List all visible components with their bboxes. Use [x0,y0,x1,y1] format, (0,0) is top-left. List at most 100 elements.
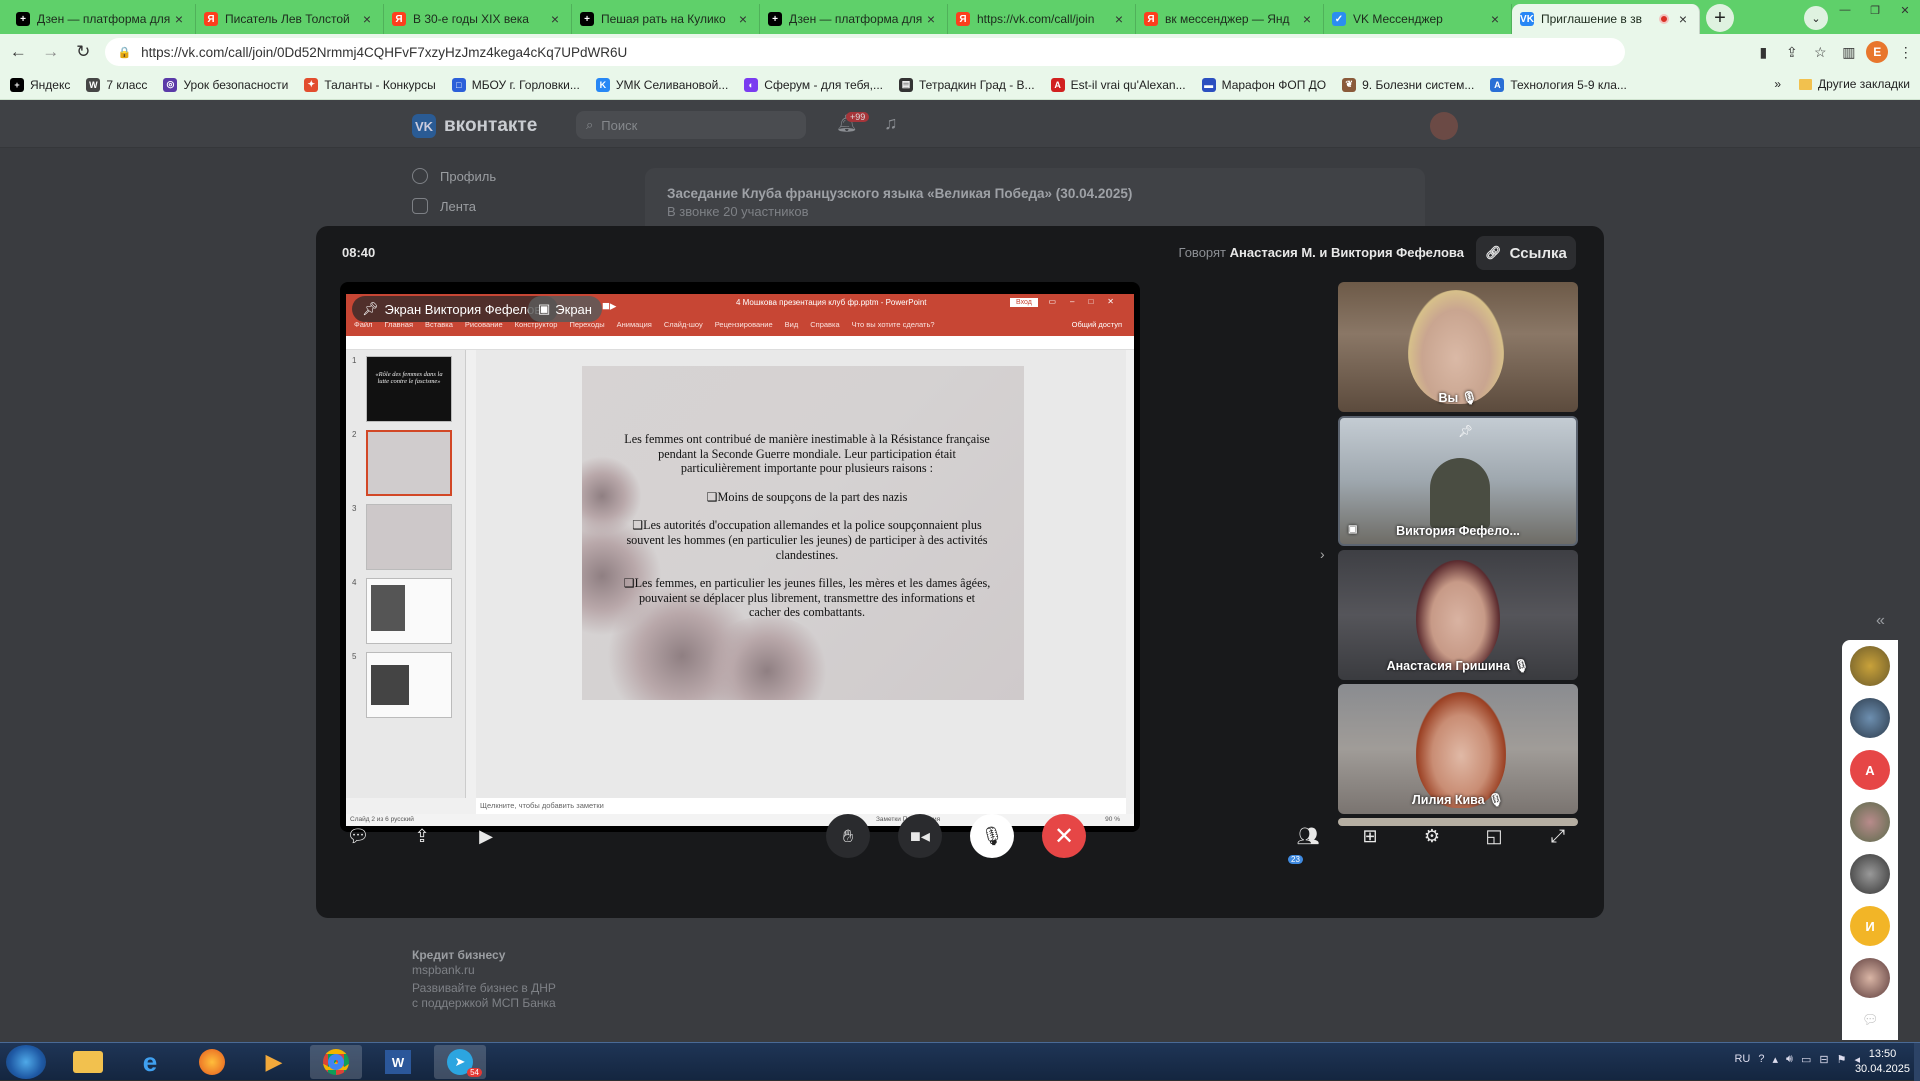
fullscreen-icon[interactable]: ⤢ [1536,814,1580,858]
participant-tile-pinned[interactable]: 📌︎ ▣ Виктория Фефело... [1338,416,1578,546]
browser-tab-active[interactable]: VK Приглашение в зв × [1512,4,1700,34]
back-icon[interactable]: ← [4,37,32,67]
reload-icon[interactable]: ↻ [69,37,97,67]
bookmark[interactable]: + Яндекс [10,77,70,92]
vk-avatar[interactable] [1430,112,1458,140]
side-panel-icon[interactable]: ▥ [1835,37,1863,67]
volume-icon[interactable]: 🔊︎ [1786,1053,1793,1066]
forward-icon[interactable]: → [36,37,64,67]
bookmark[interactable]: W7 класс [86,77,147,92]
chat-avatar[interactable] [1850,698,1890,738]
bookmark[interactable]: ◎ Урок безопасности [163,77,288,92]
slide-thumb-4[interactable] [366,578,452,644]
chat-avatar[interactable] [1850,958,1890,998]
close-tab-icon[interactable]: × [1111,11,1127,27]
internet-explorer-icon[interactable]: e [124,1045,176,1079]
bookmark[interactable]: ▤ Тетрадкин Град - В... [899,77,1035,92]
vk-menu-profile[interactable]: Профиль [412,168,496,184]
vk-menu-feed[interactable]: Лента [412,198,476,214]
close-tab-icon[interactable]: × [171,11,187,27]
collapse-chevron-icon[interactable]: « [1876,612,1885,630]
end-call-button[interactable]: ✕ [1042,814,1086,858]
address-bar[interactable]: 🔒 https://vk.com/call/join/0Dd52Nrmmj4CQ… [105,38,1626,66]
broadcast-icon[interactable]: ▶ [464,814,508,858]
browser-tab[interactable]: + Дзен — платформа для × [8,4,196,34]
maximize-icon[interactable]: ❐ [1860,0,1890,20]
tab-search-icon[interactable]: ⌄ [1804,6,1828,30]
participant-tile[interactable]: Анастасия Гришина 🎙︎ [1338,550,1578,680]
participants-icon[interactable]: 👥︎ [1286,814,1330,858]
chat-avatar[interactable] [1850,802,1890,842]
copy-link-button[interactable]: 🔗︎ Ссылка [1476,236,1576,270]
vk-search-input[interactable]: ⌕ Поиск [576,111,806,139]
ad-block[interactable]: Кредит бизнесу mspbank.ru Развивайте биз… [412,948,562,1011]
camera-toggle-icon[interactable]: ■▸ [602,298,616,314]
telegram-icon[interactable]: ➤ 54 [434,1045,486,1079]
bookmark[interactable]: A Est-il vrai qu'Alexan... [1050,77,1186,92]
gear-icon[interactable]: ⚙ [1410,814,1454,858]
new-tab-button[interactable]: + [1706,4,1734,32]
clock[interactable]: 13:50 30.04.2025 [1855,1047,1910,1077]
chevron-right-icon[interactable]: › [1320,546,1325,562]
raise-hand-button[interactable]: ✋︎ [826,814,870,858]
camera-indicator-icon[interactable]: ▮ [1749,37,1777,67]
mic-button[interactable]: 🎙︎ [970,814,1014,858]
camera-button[interactable]: ■◂ [898,814,942,858]
tray-arrow-icon[interactable]: ▴ [1773,1053,1779,1066]
bookmark[interactable]: ✦ Таланты - Конкурсы [304,77,436,92]
slide-thumb-3[interactable] [366,504,452,570]
chat-icon[interactable]: 💬︎ [1862,1012,1879,1028]
chevron-right-icon[interactable]: » [1774,77,1781,91]
minimize-window-icon[interactable]: ◱ [1472,814,1516,858]
other-bookmarks[interactable]: Другие закладки [1818,77,1910,91]
bookmark-star-icon[interactable]: ☆ [1806,37,1834,67]
bookmark[interactable]: ▬ Марафон ФОП ДО [1201,77,1326,92]
show-desktop-button[interactable] [1914,1043,1920,1081]
grid-view-icon[interactable]: ⊞ [1348,814,1392,858]
browser-tab[interactable]: ЯВ 30-е годы XIX века × [384,4,572,34]
browser-tab[interactable]: + Дзен — платформа для × [760,4,948,34]
bookmark[interactable]: ◐ Сферум - для тебя,... [744,77,883,92]
browser-tab[interactable]: Яhttps://vk.com/call/join × [948,4,1136,34]
battery-icon[interactable]: ▭ [1801,1053,1811,1066]
current-slide[interactable]: Les femmes ont contribué de manière ines… [582,366,1024,700]
screen-share-icon[interactable]: ⇪ [400,814,444,858]
word-icon[interactable]: W [372,1045,424,1079]
chat-icon[interactable]: 💬︎ [336,814,380,858]
browser-tab[interactable]: Явк мессенджер — Янд × [1136,4,1324,34]
profile-avatar[interactable]: E [1866,41,1889,63]
chat-avatar-letter[interactable]: A [1850,750,1890,790]
close-tab-icon[interactable]: × [923,11,939,27]
help-icon[interactable]: ? [1758,1053,1764,1066]
close-tab-icon[interactable]: × [735,11,751,27]
close-tab-icon[interactable]: × [547,11,563,27]
minimize-icon[interactable]: — [1830,0,1860,20]
share-icon[interactable]: ⇪ [1778,37,1806,67]
close-window-icon[interactable]: ✕ [1890,0,1920,20]
chat-avatar[interactable] [1850,854,1890,894]
chat-avatar-letter[interactable]: И [1850,906,1890,946]
vk-logo[interactable]: VK вконтакте [412,114,537,138]
firefox-icon[interactable] [186,1045,238,1079]
flag-icon[interactable]: ⚑ [1837,1053,1847,1066]
screen-toggle-button[interactable]: ▣ Экран [528,296,602,322]
bookmark[interactable]: A Технология 5-9 кла... [1490,77,1627,92]
music-icon[interactable]: ♫ [884,113,898,134]
bookmark[interactable]: □ МБОУ г. Горловки... [451,77,580,92]
slide-thumb-2[interactable] [366,430,452,496]
bookmark[interactable]: K УМК Селивановой... [595,77,728,92]
participant-tile-you[interactable]: Вы 🎙︎ [1338,282,1578,412]
explorer-icon[interactable] [62,1045,114,1079]
shared-screen[interactable]: 4 Мошкова презентация клуб фр.pptm - Pow… [340,282,1140,832]
menu-dots-icon[interactable]: ⋮ [1892,37,1920,67]
browser-tab[interactable]: ✓ VK Мессенджер × [1324,4,1512,34]
slide-thumb-1[interactable]: «Rôle des femmes dans la lutte contre le… [366,356,452,422]
slide-thumb-5[interactable] [366,652,452,718]
bookmark[interactable]: ❦ 9. Болезни систем... [1342,77,1474,92]
participant-tile[interactable]: Лилия Кива 🎙︎ [1338,684,1578,814]
close-tab-icon[interactable]: × [1299,11,1315,27]
start-button[interactable] [6,1045,46,1079]
close-tab-icon[interactable]: × [1675,11,1691,27]
browser-tab[interactable]: Я Писатель Лев Толстой × [196,4,384,34]
language-indicator[interactable]: RU [1734,1053,1750,1066]
